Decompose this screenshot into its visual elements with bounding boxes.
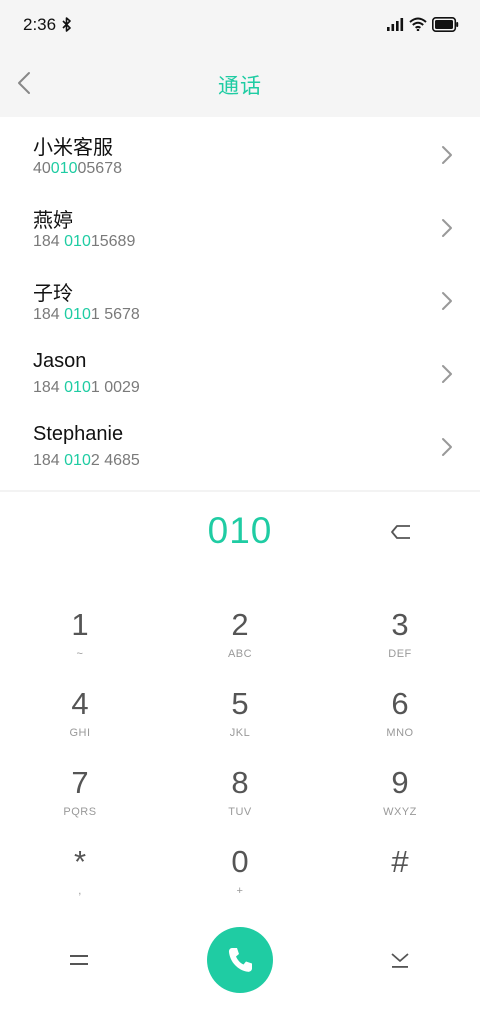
contact-number: 4001005678 bbox=[33, 160, 122, 177]
contact-row[interactable]: Stephanie 184 0102 4685 bbox=[0, 409, 480, 482]
chevron-right-icon bbox=[442, 219, 452, 237]
contact-name: Stephanie bbox=[33, 423, 124, 445]
contact-row[interactable]: Jason 184 0101 0029 bbox=[0, 336, 480, 409]
chevron-right-icon bbox=[442, 292, 452, 310]
key-4[interactable]: 4 GHI bbox=[20, 687, 140, 761]
contact-number: 184 0102 4685 bbox=[33, 452, 140, 469]
key-2[interactable]: 2 ABC bbox=[180, 608, 300, 682]
key-star[interactable]: *, bbox=[20, 845, 140, 919]
contact-row[interactable]: 子玲 184 0101 5678 bbox=[0, 263, 480, 336]
contact-name: Jason bbox=[33, 350, 87, 372]
key-9[interactable]: 9 WXYZ bbox=[340, 766, 460, 840]
top-area: 2:36 通话 bbox=[0, 0, 480, 117]
page-title: 通话 bbox=[218, 75, 262, 98]
key-3[interactable]: 3 DEF bbox=[340, 608, 460, 682]
bluetooth-icon bbox=[62, 17, 71, 32]
key-hash[interactable]: # bbox=[340, 845, 460, 919]
wifi-icon bbox=[409, 17, 427, 31]
contact-name: 小米客服 bbox=[33, 137, 113, 159]
battery-icon bbox=[432, 17, 459, 32]
contact-name: 子玲 bbox=[33, 283, 73, 305]
contact-number: 184 0101 0029 bbox=[33, 379, 140, 396]
contact-list: 小米客服 4001005678 燕婷 184 01015689 子玲 184 0… bbox=[0, 117, 480, 482]
status-bar: 2:36 bbox=[0, 0, 480, 52]
contact-name: 燕婷 bbox=[33, 210, 73, 232]
key-7[interactable]: 7 PQRS bbox=[20, 766, 140, 840]
key-8[interactable]: 8 TUV bbox=[180, 766, 300, 840]
key-0[interactable]: 0 + bbox=[180, 845, 300, 919]
divider bbox=[0, 490, 480, 492]
status-time: 2:36 bbox=[23, 15, 57, 34]
signal-icon bbox=[387, 18, 404, 31]
collapse-keypad-icon[interactable] bbox=[389, 949, 411, 971]
phone-icon bbox=[228, 948, 252, 972]
contact-number: 184 0101 5678 bbox=[33, 306, 140, 323]
chevron-right-icon bbox=[442, 146, 452, 164]
call-button[interactable] bbox=[207, 927, 273, 993]
contact-row[interactable]: 小米客服 4001005678 bbox=[0, 117, 480, 190]
key-6[interactable]: 6 MNO bbox=[340, 687, 460, 761]
chevron-right-icon bbox=[442, 438, 452, 456]
key-5[interactable]: 5 JKL bbox=[180, 687, 300, 761]
contact-number: 184 01015689 bbox=[33, 233, 136, 250]
backspace-icon[interactable] bbox=[389, 522, 413, 542]
chevron-right-icon bbox=[442, 365, 452, 383]
menu-icon[interactable] bbox=[68, 951, 90, 969]
key-1[interactable]: 1 ~ bbox=[20, 608, 140, 682]
contact-row[interactable]: 燕婷 184 01015689 bbox=[0, 190, 480, 263]
